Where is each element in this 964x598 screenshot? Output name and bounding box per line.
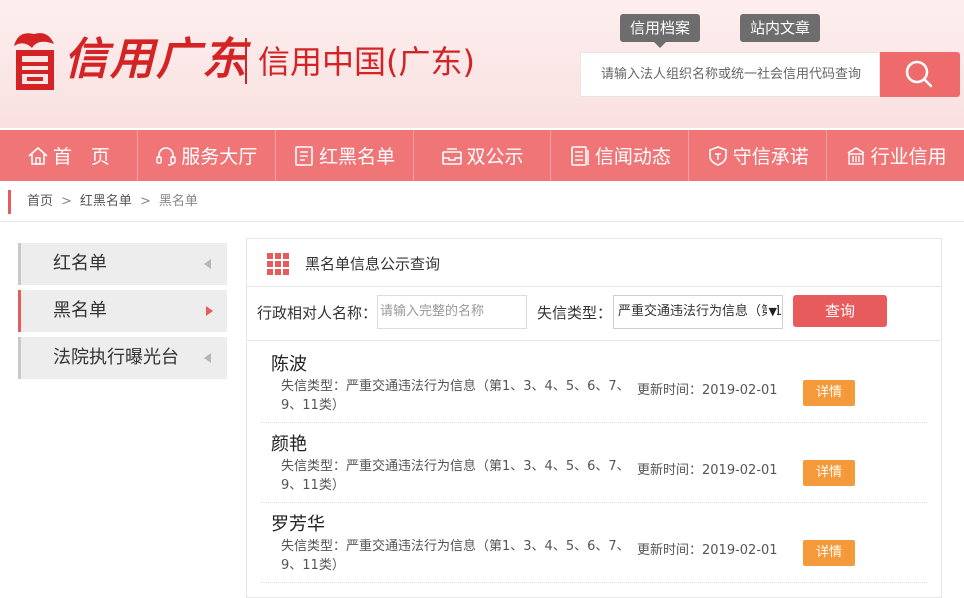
record-name[interactable]: 罗芳华 bbox=[271, 513, 325, 537]
detail-button[interactable]: 详情 bbox=[803, 460, 855, 486]
list-item: 陈波 失信类型：严重交通违法行为信息（第1、3、4、5、6、7、9、11类） 更… bbox=[261, 343, 927, 423]
shield-icon bbox=[708, 145, 727, 166]
nav-item-red-black-list[interactable]: 红黑名单 bbox=[276, 130, 414, 181]
logo-seal-icon bbox=[14, 33, 54, 90]
search-icon bbox=[905, 60, 933, 88]
type-select-value: 严重交通违法行为信息（第1、3、4、5、6、7、9、11类） bbox=[618, 304, 783, 319]
sidebar-item-label: 黑名单 bbox=[53, 300, 107, 321]
type-select[interactable]: 严重交通违法行为信息（第1、3、4、5、6、7、9、11类） ▼ bbox=[613, 295, 783, 329]
nav-label: 行业信用 bbox=[870, 146, 947, 168]
breadcrumb-separator: > bbox=[61, 194, 72, 209]
caret-right-icon bbox=[206, 306, 213, 316]
nav-label: 信闻动态 bbox=[594, 146, 671, 168]
nav-item-news[interactable]: 信闻动态 bbox=[551, 130, 690, 181]
tab-credit-archive[interactable]: 信用档案 bbox=[620, 14, 701, 42]
type-field-label: 失信类型： bbox=[537, 304, 613, 322]
grid-icon bbox=[267, 253, 289, 275]
breadcrumb-divider bbox=[0, 221, 964, 222]
nav-label: 首 页 bbox=[52, 146, 110, 168]
search-input[interactable]: 请输入法人组织名称或统一社会信用代码查询 bbox=[580, 52, 880, 97]
nav-label: 服务大厅 bbox=[181, 146, 258, 168]
sidebar-item-red-list[interactable]: 红名单 bbox=[18, 243, 227, 285]
logo-divider bbox=[245, 38, 247, 84]
logo-script-text[interactable]: 信用广东 bbox=[64, 30, 248, 90]
breadcrumb-home[interactable]: 首页 bbox=[27, 194, 53, 209]
sidebar-item-label: 红名单 bbox=[53, 253, 107, 274]
name-field-label: 行政相对人名称： bbox=[257, 304, 378, 322]
nav-item-trust-pledge[interactable]: 守信承诺 bbox=[689, 130, 828, 181]
record-name[interactable]: 颜艳 bbox=[271, 433, 307, 457]
breadcrumb: 首页 > 红黑名单 > 黑名单 bbox=[8, 190, 958, 214]
inbox-icon bbox=[441, 147, 462, 165]
caret-left-icon bbox=[204, 353, 211, 363]
record-type: 失信类型：严重交通违法行为信息（第1、3、4、5、6、7、9、11类） bbox=[281, 539, 630, 573]
tab-caret-icon bbox=[654, 42, 666, 48]
main-nav: 首 页 服务大厅 红黑名单 双公示 信闻动态 守信承诺 行业信用 bbox=[0, 130, 964, 181]
panel-title: 黑名单信息公示查询 bbox=[305, 255, 441, 273]
nav-label: 双公示 bbox=[466, 146, 524, 168]
record-name[interactable]: 陈波 bbox=[271, 353, 307, 377]
nav-item-home[interactable]: 首 页 bbox=[0, 130, 138, 181]
sidebar-item-black-list[interactable]: 黑名单 bbox=[18, 290, 227, 332]
caret-left-icon bbox=[204, 259, 211, 269]
search-button[interactable] bbox=[880, 52, 960, 97]
list-icon bbox=[295, 145, 313, 166]
logo-subtitle[interactable]: 信用中国(广东) bbox=[258, 40, 475, 84]
site-header: 信用广东 信用中国(广东) 信用档案 站内文章 请输入法人组织名称或统一社会信用… bbox=[0, 0, 964, 128]
list-item: 罗芳华 失信类型：严重交通违法行为信息（第1、3、4、5、6、7、9、11类） … bbox=[261, 503, 927, 583]
query-button[interactable]: 查询 bbox=[793, 295, 887, 327]
nav-item-service-hall[interactable]: 服务大厅 bbox=[138, 130, 276, 181]
record-update-time: 更新时间：2019-02-01 bbox=[637, 463, 778, 478]
dropdown-arrow-icon: ▼ bbox=[766, 296, 777, 328]
building-icon bbox=[847, 146, 865, 165]
filter-row: 行政相对人名称： 请输入完整的名称 失信类型： 严重交通违法行为信息（第1、3、… bbox=[247, 287, 941, 341]
record-update-time: 更新时间：2019-02-01 bbox=[637, 543, 778, 558]
breadcrumb-parent[interactable]: 红黑名单 bbox=[80, 194, 132, 209]
news-icon bbox=[571, 145, 589, 166]
blacklist-panel: 黑名单信息公示查询 行政相对人名称： 请输入完整的名称 失信类型： 严重交通违法… bbox=[246, 238, 942, 598]
nav-item-industry-credit[interactable]: 行业信用 bbox=[827, 130, 964, 181]
record-type: 失信类型：严重交通违法行为信息（第1、3、4、5、6、7、9、11类） bbox=[281, 379, 630, 413]
home-icon bbox=[28, 146, 48, 165]
detail-button[interactable]: 详情 bbox=[803, 380, 855, 406]
sidebar-item-court-exposure[interactable]: 法院执行曝光台 bbox=[18, 337, 227, 379]
record-update-time: 更新时间：2019-02-01 bbox=[637, 383, 778, 398]
tab-site-article[interactable]: 站内文章 bbox=[740, 14, 821, 42]
nav-label: 红黑名单 bbox=[319, 146, 396, 168]
breadcrumb-current: 黑名单 bbox=[158, 194, 198, 209]
nav-label: 守信承诺 bbox=[732, 146, 809, 168]
nav-item-double-publicity[interactable]: 双公示 bbox=[414, 130, 552, 181]
headset-icon bbox=[156, 146, 176, 166]
list-item: 颜艳 失信类型：严重交通违法行为信息（第1、3、4、5、6、7、9、11类） 更… bbox=[261, 423, 927, 503]
record-type: 失信类型：严重交通违法行为信息（第1、3、4、5、6、7、9、11类） bbox=[281, 459, 630, 493]
detail-button[interactable]: 详情 bbox=[803, 540, 855, 566]
sidebar-item-label: 法院执行曝光台 bbox=[53, 347, 179, 368]
name-input[interactable]: 请输入完整的名称 bbox=[377, 295, 527, 329]
breadcrumb-separator: > bbox=[139, 194, 151, 209]
panel-header: 黑名单信息公示查询 bbox=[247, 239, 941, 287]
